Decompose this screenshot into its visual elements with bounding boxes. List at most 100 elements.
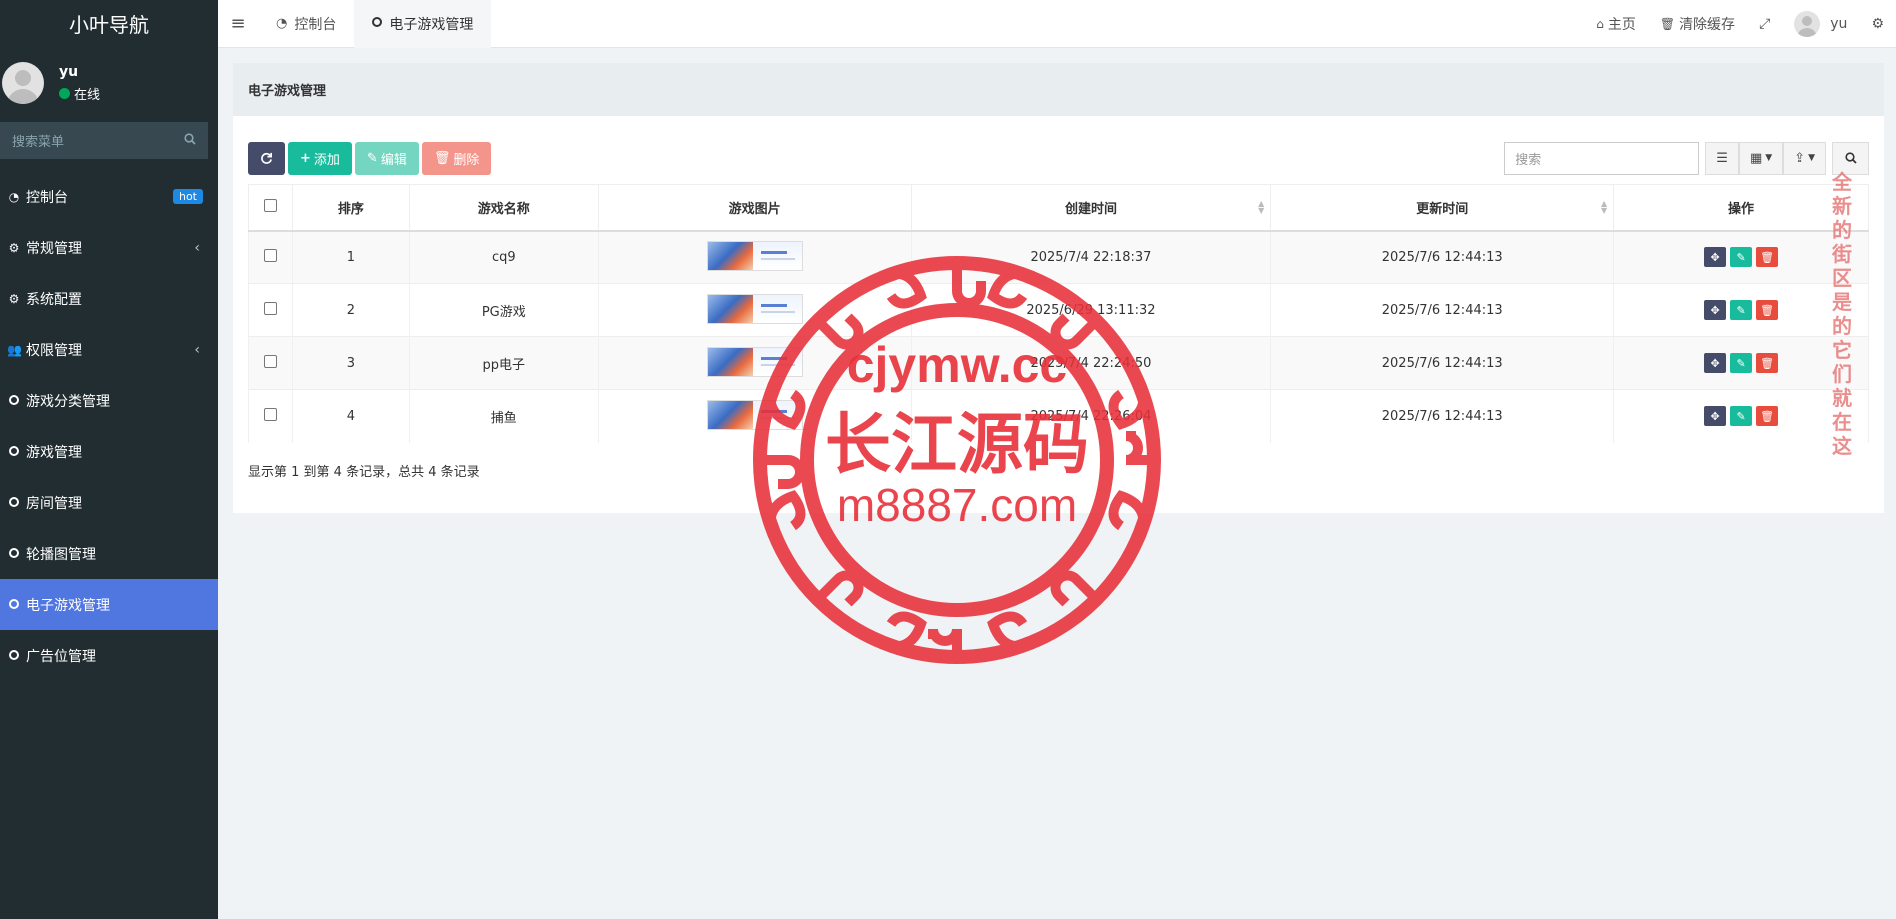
table-toolbar: + 添加 ✎ 编辑 🗑 删除 搜索 ☰ ▦ ▼ ⇪ ▼ (248, 141, 1869, 175)
row-edit-button[interactable]: ✎ (1730, 406, 1753, 427)
tab-dashboard[interactable]: ◔ 控制台 (258, 0, 354, 48)
cell-order: 4 (291, 389, 410, 443)
dashboard-icon: ◔ (8, 189, 20, 204)
page-title: 电子游戏管理 (233, 63, 1884, 116)
caret-down-icon: ▼ (1808, 153, 1815, 163)
row-delete-button[interactable]: 🗑 (1756, 406, 1779, 427)
watermark-line3: m8887.com (837, 479, 1077, 531)
circle-icon (9, 445, 19, 456)
export-icon: ⇪ (1794, 150, 1806, 166)
row-edit-button[interactable]: ✎ (1730, 353, 1753, 373)
circle-icon (9, 547, 19, 558)
add-button[interactable]: + 添加 (288, 141, 352, 175)
cell-order: 2 (291, 283, 410, 337)
user-menu[interactable]: yu (1782, 10, 1859, 37)
sidebar-item-ads[interactable]: 广告位管理 (0, 630, 218, 681)
dashboard-icon: ◔ (276, 16, 288, 31)
trash-icon: 🗑 (1659, 16, 1676, 31)
gear-icon: ⚙ (8, 291, 20, 306)
watermark-side-text: 全新的街区 是的 它们就在这 (1832, 170, 1852, 458)
cell-name: 捕鱼 (408, 389, 599, 443)
columns-button[interactable]: ▦ ▼ (1738, 141, 1784, 175)
drag-sort-button[interactable]: ✥ (1704, 406, 1727, 427)
cell-name: cq9 (408, 230, 599, 284)
drag-sort-button[interactable]: ✥ (1704, 353, 1727, 373)
sidebar-item-general[interactable]: ⚙ 常规管理 ‹ (0, 222, 218, 273)
settings-icon[interactable]: ⚙ (1859, 16, 1896, 32)
select-all-checkbox[interactable] (263, 198, 277, 212)
col-updated[interactable]: 更新时间 ▲ ▼ (1270, 184, 1615, 232)
refresh-button[interactable] (248, 141, 285, 175)
sidebar-item-room[interactable]: 房间管理 (0, 477, 218, 528)
brand-title[interactable]: 小叶导航 (0, 0, 218, 46)
row-checkbox[interactable] (263, 301, 277, 315)
export-button[interactable]: ⇪ ▼ (1783, 141, 1826, 175)
menu-toggle-icon[interactable]: ≡ (218, 13, 258, 34)
toggle-view-button[interactable]: ☰ (1705, 141, 1739, 175)
hot-badge: hot (172, 189, 203, 204)
cell-name: PG游戏 (408, 283, 599, 337)
circle-icon (9, 394, 19, 405)
cogs-icon: ⚙ (8, 240, 20, 255)
circle-icon (9, 649, 19, 660)
user-name: yu (59, 63, 79, 80)
circle-icon (372, 17, 383, 27)
sidebar-item-system-config[interactable]: ⚙ 系统配置 (0, 273, 218, 324)
sidebar: 小叶导航 yu 在线 搜索菜单 ◔ 控制台 hot ⚙ 常规管理 ‹ ⚙ 系统配… (0, 0, 218, 919)
refresh-icon (261, 152, 272, 164)
sort-icon[interactable]: ▲ ▼ (1601, 200, 1607, 215)
menu-search-input[interactable]: 搜索菜单 (0, 122, 208, 159)
edit-button[interactable]: ✎ 编辑 (354, 141, 419, 175)
cell-updated: 2025/7/6 12:44:13 (1270, 389, 1615, 443)
row-edit-button[interactable]: ✎ (1730, 247, 1753, 268)
chevron-left-icon: ‹ (194, 239, 200, 256)
row-checkbox[interactable] (263, 407, 277, 421)
select-all-header[interactable] (248, 184, 293, 232)
table-header-row: 排序 游戏名称 游戏图片 创建时间 ▲ ▼ 更新时间 ▲ ▼ 操作 (248, 184, 1869, 232)
row-delete-button[interactable]: 🗑 (1756, 247, 1779, 268)
watermark-line1: cjymw.cc (847, 337, 1068, 393)
fullscreen-icon[interactable]: ⤢ (1747, 16, 1782, 32)
row-checkbox[interactable] (263, 354, 277, 368)
watermark-stamp: cjymw.cc 长江源码 m8887.com (753, 256, 1161, 664)
menu-search-placeholder: 搜索菜单 (12, 135, 65, 150)
cell-updated: 2025/7/6 12:44:13 (1270, 230, 1615, 284)
sidebar-item-egame[interactable]: 电子游戏管理 (0, 579, 218, 630)
trash-icon: 🗑 (433, 150, 451, 166)
user-status: 在线 (59, 84, 100, 103)
col-created[interactable]: 创建时间 ▲ ▼ (910, 184, 1272, 232)
user-panel: yu 在线 (0, 46, 218, 120)
cell-order: 1 (291, 230, 410, 284)
drag-sort-button[interactable]: ✥ (1704, 300, 1727, 320)
sidebar-item-permissions[interactable]: 👥 权限管理 ‹ (0, 324, 218, 375)
drag-sort-button[interactable]: ✥ (1704, 247, 1727, 268)
sidebar-item-dashboard[interactable]: ◔ 控制台 hot (0, 171, 218, 222)
row-delete-button[interactable]: 🗑 (1756, 300, 1779, 320)
plus-icon: + (300, 150, 311, 166)
col-name[interactable]: 游戏名称 (408, 184, 599, 232)
cell-updated: 2025/7/6 12:44:13 (1270, 336, 1615, 390)
grid-icon: ▦ (1749, 150, 1763, 166)
col-image[interactable]: 游戏图片 (597, 184, 912, 232)
row-delete-button[interactable]: 🗑 (1756, 353, 1779, 373)
search-icon[interactable] (184, 132, 196, 149)
tab-egame[interactable]: 电子游戏管理 (354, 0, 492, 48)
user-avatar (2, 62, 44, 104)
row-edit-button[interactable]: ✎ (1730, 300, 1753, 320)
watermark-line2: 长江源码 (825, 406, 1089, 483)
table-search-input[interactable]: 搜索 (1504, 141, 1700, 175)
col-order[interactable]: 排序 (291, 184, 410, 232)
caret-down-icon: ▼ (1765, 153, 1773, 163)
delete-button[interactable]: 🗑 删除 (421, 141, 492, 175)
home-link[interactable]: ⌂ 主页 (1584, 14, 1648, 34)
clear-cache-link[interactable]: 🗑 清除缓存 (1648, 14, 1747, 34)
sidebar-item-game-category[interactable]: 游戏分类管理 (0, 375, 218, 426)
sidebar-item-game[interactable]: 游戏管理 (0, 426, 218, 477)
sidebar-menu: ◔ 控制台 hot ⚙ 常规管理 ‹ ⚙ 系统配置 👥 权限管理 ‹ 游戏分类管… (0, 171, 218, 681)
cell-name: pp电子 (408, 336, 599, 390)
users-icon: 👥 (7, 342, 22, 357)
sidebar-item-carousel[interactable]: 轮播图管理 (0, 528, 218, 579)
sort-icon[interactable]: ▲ ▼ (1258, 200, 1264, 215)
list-icon: ☰ (1716, 150, 1728, 166)
row-checkbox[interactable] (263, 248, 277, 262)
